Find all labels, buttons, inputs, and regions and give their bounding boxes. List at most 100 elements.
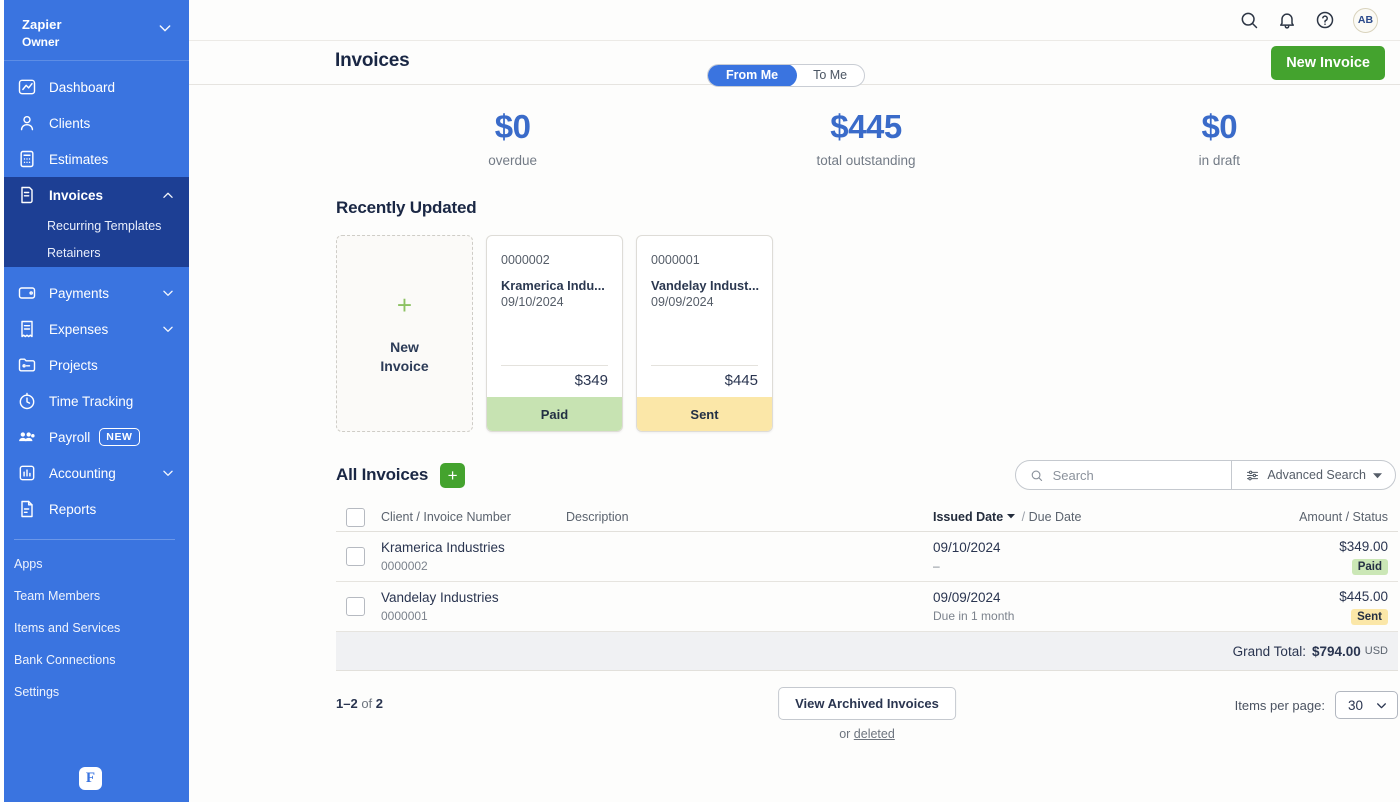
column-header-amount-status[interactable]: Amount / Status [1223,510,1398,524]
row-amount: $445.00 [1223,588,1388,606]
sidebar-item-reports[interactable]: Reports [0,491,189,527]
sidebar-item-label: Time Tracking [49,394,175,409]
org-switcher[interactable]: Zapier Owner [0,0,189,61]
stat-value: $0 [336,107,689,147]
status-badge: Paid [1352,559,1388,575]
sidebar-item-projects[interactable]: Projects [0,347,189,383]
grand-total-row: Grand Total: $794.00 USD [336,632,1398,671]
column-header-client[interactable]: Client / Invoice Number [381,510,566,524]
logo-letter: F [86,771,95,786]
items-per-page-label: Items per page: [1235,698,1325,713]
sidebar-item-settings[interactable]: Settings [0,676,189,708]
grand-total-label: Grand Total: [1233,644,1306,659]
invoice-card[interactable]: 0000002 Kramerica Indu... 09/10/2024 $34… [486,235,623,432]
table-row[interactable]: Kramerica Industries 0000002 09/10/2024 … [336,532,1398,582]
row-select-cell [336,597,381,616]
sidebar-subitem-recurring-templates[interactable]: Recurring Templates [0,213,189,240]
grand-total-amount: $794.00 [1312,644,1361,659]
tab-to-me[interactable]: To Me [796,65,864,86]
pagination-range-value: 1–2 [336,696,358,711]
plus-icon: + [397,292,412,318]
row-checkbox[interactable] [346,597,365,616]
search-icon[interactable] [1239,10,1259,30]
invoice-card-amount: $445 [651,372,758,389]
invoice-card-body: 0000001 Vandelay Indust... 09/09/2024 $4… [637,236,772,397]
invoice-card-number: 0000002 [501,252,608,269]
from-to-me-toggle: From Me To Me [707,64,865,87]
invoice-card-amount: $349 [501,372,608,389]
sidebar-item-payments[interactable]: Payments [0,275,189,311]
invoices-table: Client / Invoice Number Description Issu… [336,503,1398,671]
avatar[interactable]: AB [1353,8,1378,33]
sidebar-item-invoices[interactable]: Invoices [0,177,189,213]
row-amount-cell: $349.00 Paid [1223,538,1398,575]
chevron-down-icon [157,20,173,36]
search-input[interactable] [1053,468,1222,483]
dashboard-icon [17,77,37,97]
sidebar-item-team-members[interactable]: Team Members [0,580,189,612]
search-field[interactable] [1016,461,1231,489]
sidebar-item-time-tracking[interactable]: Time Tracking [0,383,189,419]
new-invoice-card[interactable]: + New Invoice [336,235,473,432]
projects-icon [17,355,37,375]
recently-updated-title: Recently Updated [336,198,1400,218]
view-archived-invoices-button[interactable]: View Archived Invoices [778,687,956,720]
new-invoice-card-label: New Invoice [380,338,428,376]
sidebar-subitem-retainers[interactable]: Retainers [0,240,189,267]
pagination-of: of [358,696,376,711]
sidebar-item-apps[interactable]: Apps [0,548,189,580]
row-due-date: Due in 1 month [933,608,1223,624]
row-invoice-number: 0000001 [381,608,566,624]
stat-label: overdue [336,153,689,168]
sidebar-item-label: Projects [49,358,175,373]
tab-from-me[interactable]: From Me [707,64,797,87]
sidebar-item-expenses[interactable]: Expenses [0,311,189,347]
invoice-card-date: 09/10/2024 [501,294,608,311]
reports-icon [17,499,37,519]
sidebar-item-label: Invoices [49,188,161,203]
avatar-initials: AB [1358,14,1373,26]
invoice-card[interactable]: 0000001 Vandelay Indust... 09/09/2024 $4… [636,235,773,432]
deleted-link[interactable]: deleted [854,727,895,741]
sidebar-item-label: Accounting [49,466,161,481]
chevron-down-icon [1375,699,1388,712]
stat-value: $0 [1043,107,1396,147]
chevron-down-icon [161,466,175,480]
bell-icon[interactable] [1277,10,1297,30]
sidebar-item-label: Estimates [49,152,175,167]
table-header-row: Client / Invoice Number Description Issu… [336,503,1398,532]
sidebar-divider [14,539,175,540]
sidebar-item-accounting[interactable]: Accounting [0,455,189,491]
row-checkbox[interactable] [346,547,365,566]
column-header-issued-date: Issued Date [933,510,1003,524]
items-per-page-select[interactable]: 30 [1335,691,1398,719]
column-header-dates[interactable]: Issued Date / Due Date [933,510,1223,524]
sidebar-item-estimates[interactable]: Estimates [0,141,189,177]
payroll-icon [17,427,37,447]
sidebar-item-payroll[interactable]: Payroll NEW [0,419,189,455]
row-client-name: Vandelay Industries [381,589,566,607]
topbar: AB [189,0,1400,41]
org-info: Zapier Owner [22,16,62,50]
status-badge: Sent [1351,609,1388,625]
row-client-cell: Kramerica Industries 0000002 [381,539,566,574]
new-invoice-button[interactable]: New Invoice [1271,46,1385,80]
add-invoice-button[interactable]: + [440,463,465,488]
sidebar-item-clients[interactable]: Clients [0,105,189,141]
sort-desc-icon [1007,512,1015,520]
sidebar-item-dashboard[interactable]: Dashboard [0,69,189,105]
payments-icon [17,283,37,303]
chevron-down-icon [1373,471,1382,480]
column-header-description[interactable]: Description [566,510,933,524]
chevron-down-icon [161,322,175,336]
select-all-checkbox[interactable] [346,508,365,527]
sidebar-item-bank-connections[interactable]: Bank Connections [0,644,189,676]
sidebar-item-items-and-services[interactable]: Items and Services [0,612,189,644]
help-icon[interactable] [1315,10,1335,30]
table-row[interactable]: Vandelay Industries 0000001 09/09/2024 D… [336,582,1398,632]
advanced-search-button[interactable]: Advanced Search [1231,460,1395,490]
invoice-card-amount-wrap: $445 [651,365,758,397]
invoice-card-number: 0000001 [651,252,758,269]
search-bar: Advanced Search [1015,460,1396,490]
row-dates-cell: 09/10/2024 – [933,539,1223,574]
